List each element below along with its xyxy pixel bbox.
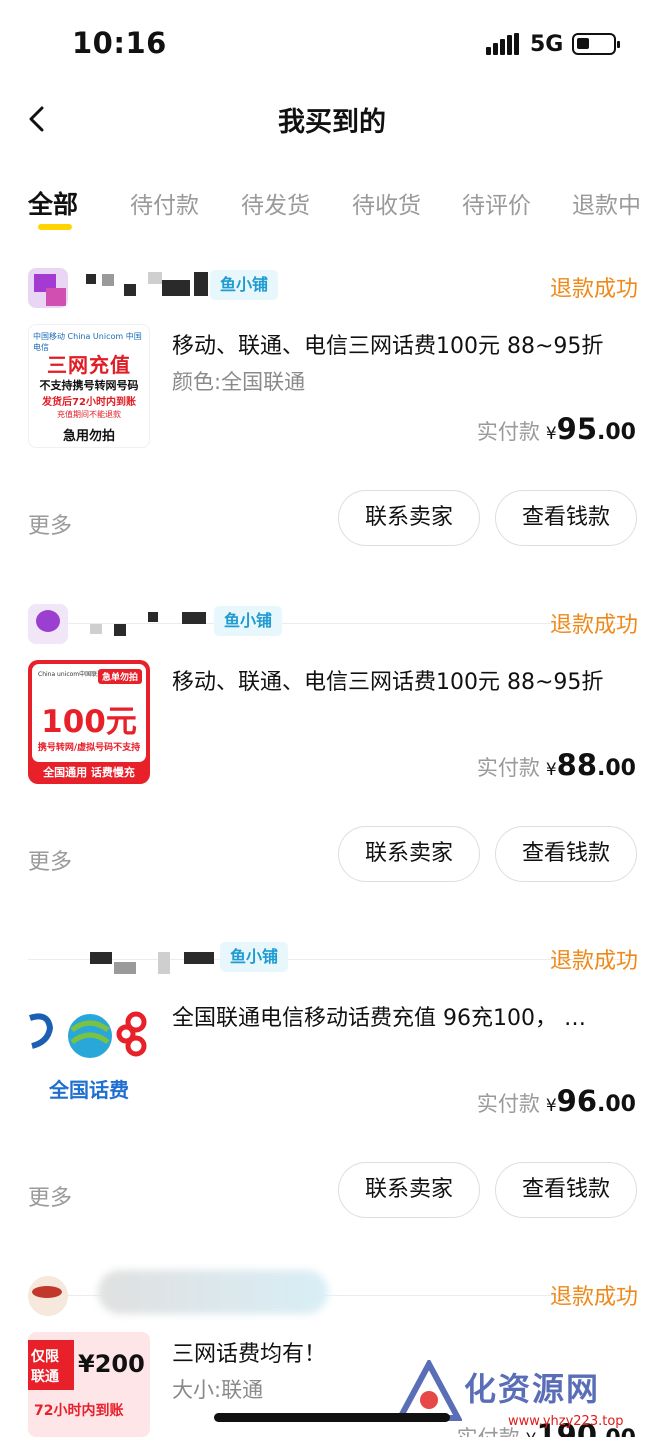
price-decimal: .00 — [597, 756, 636, 781]
thumb-line: 携号转网/虚拟号码不支持 — [37, 743, 141, 753]
pixelated-shop-name — [86, 274, 96, 284]
price-label: 实付款 — [476, 420, 540, 444]
tab-refunding[interactable]: 退款中 — [572, 186, 641, 220]
more-link[interactable]: 更多 — [28, 508, 72, 540]
tab-pending-shipment[interactable]: 待发货 — [241, 186, 310, 220]
shop-row[interactable]: 鱼小铺 退款成功 — [28, 598, 638, 644]
price-label: 实付款 — [476, 756, 540, 780]
currency-symbol: ¥ — [545, 424, 557, 444]
active-tab-indicator — [38, 224, 72, 230]
contact-seller-button[interactable]: 联系卖家 — [338, 1162, 480, 1218]
tab-pending-payment[interactable]: 待付款 — [130, 186, 199, 220]
shop-avatar — [28, 1276, 68, 1316]
shop-badge: 鱼小铺 — [214, 606, 283, 636]
product-thumbnail[interactable]: 中国移动 China Unicom 中国电信 三网充值 不支持携号转网号码 发货… — [28, 324, 150, 448]
watermark: 化资源网 www.yhzy223.top — [396, 1356, 664, 1437]
order-status: 退款成功 — [549, 949, 638, 974]
thumb-footer: 全国通用 话费慢充 — [43, 766, 135, 779]
view-funds-button[interactable]: 查看钱款 — [495, 826, 637, 882]
network-label: 5G — [530, 32, 564, 57]
watermark-text: 化资源网 — [464, 1370, 601, 1408]
page-title: 我买到的 — [278, 107, 386, 138]
tab-all[interactable]: 全部 — [28, 185, 78, 221]
product-spec: 颜色:全国联通 — [172, 370, 306, 394]
thumb-line: 发货后72小时内到账 — [42, 397, 136, 408]
status-time: 10:16 — [72, 26, 167, 60]
shop-avatar — [28, 604, 68, 644]
view-funds-button[interactable]: 查看钱款 — [495, 490, 637, 546]
product-thumbnail[interactable]: 仅限 联通 ¥200 72小时内到账 — [28, 1332, 150, 1437]
thumb-line: 仅限 — [31, 1349, 59, 1365]
signal-icon — [486, 33, 520, 55]
thumb-line: 不支持携号转网号码 — [39, 379, 139, 392]
shop-avatar — [28, 268, 68, 308]
order-status: 退款成功 — [549, 613, 638, 638]
price-label: 实付款 — [476, 1092, 540, 1116]
currency-symbol: ¥ — [545, 760, 557, 780]
tab-pending-review[interactable]: 待评价 — [462, 186, 531, 220]
thumb-headline: 100元 — [41, 704, 137, 740]
carrier-logos: 中国移动 China Unicom 中国电信 — [33, 332, 142, 352]
product-thumbnail[interactable]: China unicom中国联通 急单勿拍 100元 携号转网/虚拟号码不支持 … — [28, 660, 150, 784]
home-indicator — [214, 1413, 450, 1422]
more-link[interactable]: 更多 — [28, 844, 72, 876]
price-decimal: .00 — [597, 1092, 636, 1117]
battery-icon — [572, 33, 620, 55]
carrier-logos-icon — [29, 1011, 147, 1058]
price-integer: 96 — [556, 1084, 598, 1118]
product-thumbnail[interactable]: 全国话费 — [28, 996, 150, 1120]
pixelated-shop-name — [90, 624, 102, 634]
product-title[interactable]: 移动、联通、电信三网话费100元 88~95折 — [172, 664, 632, 696]
shop-row[interactable]: 鱼小铺 退款成功 — [28, 262, 638, 308]
paid-amount: 实付款 ¥88.00 — [477, 748, 636, 782]
thumb-line: 充值期间不能退款 — [57, 410, 121, 419]
thumb-line: 联通 — [31, 1369, 59, 1385]
shop-row[interactable]: 鱼小铺 退款成功 — [28, 934, 638, 978]
blurred-shop-name — [98, 1270, 328, 1314]
thumb-headline: 三网充值 — [47, 353, 131, 377]
watermark-url: www.yhzy223.top — [508, 1414, 624, 1429]
contact-seller-button[interactable]: 联系卖家 — [338, 490, 480, 546]
paid-amount: 实付款 ¥95.00 — [477, 412, 636, 446]
thumb-tag: 急单勿拍 — [97, 669, 142, 684]
currency-symbol: ¥ — [545, 1096, 557, 1116]
thumb-line: 急用勿拍 — [62, 429, 115, 444]
contact-seller-button[interactable]: 联系卖家 — [338, 826, 480, 882]
shop-badge: 鱼小铺 — [220, 942, 289, 972]
order-status: 退款成功 — [549, 277, 638, 302]
more-link[interactable]: 更多 — [28, 1180, 72, 1212]
view-funds-button[interactable]: 查看钱款 — [495, 1162, 637, 1218]
carrier-logo: China unicom中国联通 — [38, 671, 104, 678]
nav-bar: 我买到的 — [0, 90, 664, 150]
shop-row[interactable]: 退款成功 — [28, 1270, 638, 1316]
thumb-caption: 全国话费 — [49, 1078, 129, 1102]
price-integer: 95 — [556, 412, 598, 446]
shop-badge: 鱼小铺 — [210, 270, 279, 300]
order-card[interactable]: 鱼小铺 退款成功 全国话费 全国联通电信移动话费充值 96充100， … 实付款… — [0, 934, 664, 1296]
status-bar: 10:16 5G — [0, 0, 664, 90]
order-status: 退款成功 — [549, 1285, 638, 1310]
order-card[interactable]: 鱼小铺 退款成功 中国移动 China Unicom 中国电信 三网充值 不支持… — [0, 262, 664, 624]
paid-amount: 实付款 ¥96.00 — [477, 1084, 636, 1118]
product-title[interactable]: 全国联通电信移动话费充值 96充100， … — [172, 1000, 632, 1032]
product-spec: 大小:联通 — [172, 1378, 264, 1402]
product-title[interactable]: 移动、联通、电信三网话费100元 88~95折 — [172, 328, 632, 360]
price-decimal: .00 — [597, 420, 636, 445]
tab-pending-receipt[interactable]: 待收货 — [352, 186, 421, 220]
pixelated-shop-name — [90, 952, 112, 964]
order-card[interactable]: 鱼小铺 退款成功 China unicom中国联通 急单勿拍 100元 携号转网… — [0, 598, 664, 960]
price-integer: 88 — [556, 748, 598, 782]
thumb-price: ¥200 — [78, 1350, 145, 1378]
order-tabs: 全部 待付款 待发货 待收货 待评价 退款中 — [0, 180, 664, 236]
thumb-line: 72小时内到账 — [34, 1403, 124, 1419]
